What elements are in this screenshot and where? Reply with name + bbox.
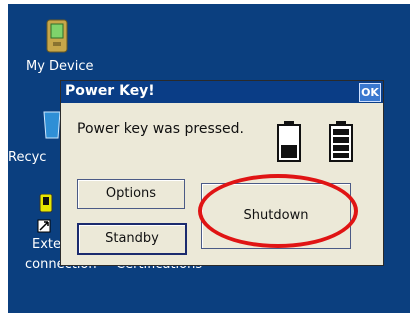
desktop: My Device Recyc Exte connection Certific… bbox=[8, 4, 410, 313]
recycle-bin-icon[interactable] bbox=[42, 108, 62, 144]
ok-button[interactable]: OK bbox=[359, 83, 381, 102]
dialog-titlebar: Power Key! OK bbox=[61, 81, 383, 103]
my-device-icon[interactable] bbox=[44, 18, 70, 58]
power-key-dialog: Power Key! OK Power key was pressed. Opt… bbox=[60, 80, 384, 266]
battery-full-icon bbox=[329, 120, 353, 166]
dialog-message: Power key was pressed. bbox=[77, 121, 244, 137]
recycle-bin-label[interactable]: Recyc bbox=[8, 150, 46, 165]
standby-button[interactable]: Standby bbox=[77, 223, 187, 255]
battery-low-icon bbox=[277, 120, 301, 166]
dialog-title: Power Key! bbox=[65, 83, 155, 99]
options-button[interactable]: Options bbox=[77, 179, 185, 209]
external-connection-label[interactable]: Exte bbox=[32, 237, 61, 252]
my-device-label[interactable]: My Device bbox=[26, 59, 94, 74]
external-connection-icon[interactable] bbox=[36, 193, 62, 242]
shutdown-button[interactable]: Shutdown bbox=[201, 183, 351, 249]
